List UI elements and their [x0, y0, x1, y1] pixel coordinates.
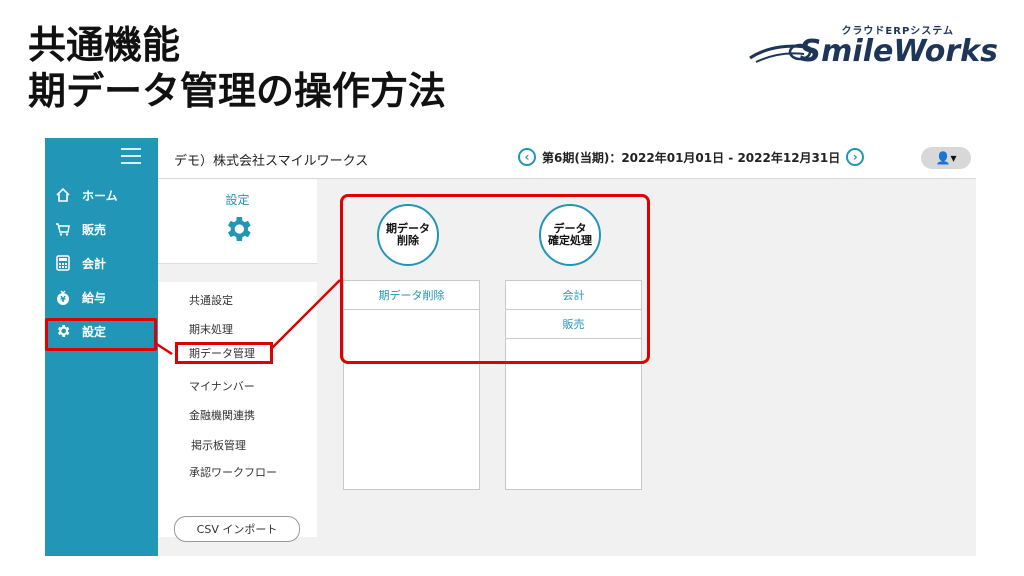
user-icon: 👤▾: [935, 151, 957, 165]
settings-header-label: 設定: [225, 193, 250, 207]
company-name: デモ）株式会社スマイルワークス: [174, 154, 369, 169]
prev-period-button[interactable]: ‹: [518, 148, 536, 166]
main-tiles-highlight: [340, 194, 650, 364]
submenu-item-bank-link[interactable]: 金融機関連携: [189, 407, 255, 423]
submenu-item-common-settings[interactable]: 共通設定: [189, 292, 233, 308]
chevron-right-icon: ›: [852, 150, 858, 164]
settings-header: 設定: [158, 179, 317, 264]
sidebar-item-label: 販売: [82, 222, 107, 237]
cart-icon: [54, 220, 72, 238]
settings-submenu: 設定 共通設定 期末処理 期データ管理 マイナンバー 金融機関連携 掲示板管理 …: [158, 179, 317, 556]
hamburger-menu-icon[interactable]: [121, 148, 141, 164]
submenu-item-period-data[interactable]: 期データ管理: [175, 342, 273, 364]
csv-import-button[interactable]: CSV インポート: [174, 516, 300, 542]
sidebar-item-label: 給与: [82, 290, 107, 305]
chevron-left-icon: ‹: [524, 150, 530, 164]
top-header: デモ）株式会社スマイルワークス ‹ 第6期(当期)：2022年01月01日 - …: [158, 138, 976, 179]
sidebar-item-sales[interactable]: 販売: [45, 214, 158, 244]
slide-title: 共通機能 期データ管理の操作方法: [28, 22, 446, 114]
logo-name: SmileWorks: [799, 34, 998, 69]
sidebar-settings-highlight: [45, 318, 157, 351]
period-selector: ‹ 第6期(当期)：2022年01月01日 - 2022年12月31日 ›: [518, 148, 865, 166]
slide-title-line2: 期データ管理の操作方法: [28, 69, 447, 113]
period-text: 第6期(当期)：2022年01月01日 - 2022年12月31日: [542, 150, 841, 165]
smileworks-logo: クラウドERPシステム SmileWorks: [748, 22, 998, 72]
next-period-button[interactable]: ›: [846, 148, 865, 166]
home-icon: [54, 186, 72, 204]
submenu-item-year-end[interactable]: 期末処理: [189, 321, 233, 337]
sidebar-item-label: 会計: [82, 256, 107, 271]
user-menu-button[interactable]: 👤▾: [921, 147, 971, 169]
calculator-icon: [54, 254, 72, 272]
submenu-item-my-number[interactable]: マイナンバー: [189, 378, 255, 394]
submenu-item-workflow[interactable]: 承認ワークフロー: [189, 464, 277, 480]
svg-text:¥: ¥: [60, 295, 66, 304]
sidebar-item-label: ホーム: [82, 188, 118, 203]
sidebar-item-accounting[interactable]: 会計: [45, 248, 158, 278]
sidebar-item-home[interactable]: ホーム: [45, 180, 158, 210]
submenu-item-bulletin[interactable]: 掲示板管理: [191, 437, 246, 453]
settings-gear-icon: [228, 217, 251, 241]
money-bag-icon: ¥: [54, 288, 72, 306]
sidebar-item-payroll[interactable]: ¥ 給与: [45, 282, 158, 312]
slide-title-line1: 共通機能: [28, 23, 181, 67]
